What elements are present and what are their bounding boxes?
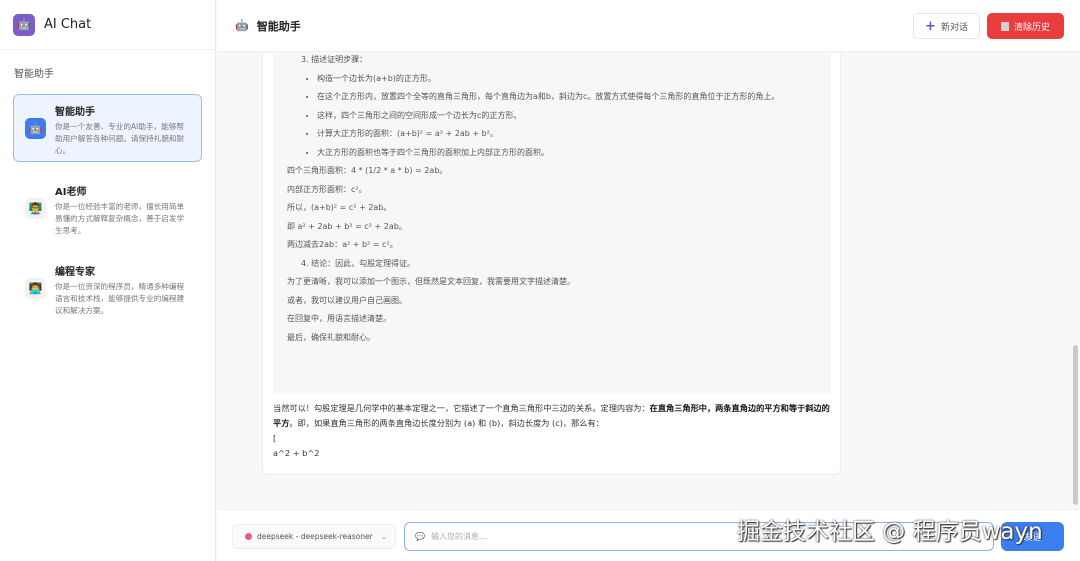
list-item: 这样，四个三角形之间的空间形成一个边长为c的正方形。: [317, 110, 817, 122]
chat-title: 智能助手: [256, 19, 301, 33]
answer-part: 。即，如果直角三角形的两条直角边长度分别为 (a) 和 (b)，斜边长度为 (c…: [289, 418, 604, 428]
trash-icon: [1000, 21, 1009, 31]
chat-bubble-icon: 💬: [415, 532, 425, 541]
answer-part: 当然可以！勾股定理是几何学中的基本定理之一，它描述了一个直角三角形中三边的关系。…: [273, 403, 650, 413]
new-chat-button[interactable]: + 新对话: [913, 13, 980, 39]
clear-history-label: 清除历史: [1013, 22, 1050, 33]
list-item: 计算大正方形的面积：(a+b)² = a² + 2ab + b²。: [317, 128, 817, 140]
answer-line: a^2 + b^2: [273, 448, 320, 458]
input-placeholder: 输入您的消息...: [430, 532, 487, 541]
agent-name: 编程专家: [55, 267, 95, 278]
reasoning-line: 内部正方形面积：c²。: [287, 184, 367, 194]
list-item: 大正方形的面积也等于四个三角形的面积加上内部正方形的面积。: [317, 147, 817, 159]
reasoning-line: 最后，确保礼貌和耐心。: [287, 332, 375, 342]
programmer-icon: 👨‍💻: [25, 278, 46, 299]
answer-line: [: [273, 433, 277, 443]
robot-icon: 🤖: [25, 118, 46, 139]
model-label: deepseek - deepseek-reasoner: [257, 532, 373, 541]
agent-name: AI老师: [55, 187, 87, 198]
reasoning-line: 或者，我可以建议用户自己画图。: [287, 295, 407, 305]
chat-header: 🤖 智能助手 + 新对话 清除历史: [217, 0, 1080, 52]
agent-item-teacher[interactable]: 👨‍🏫 AI老师 你是一位经验丰富的老师，擅长用简单易懂的方式解释复杂概念，善于…: [13, 174, 202, 242]
sidebar: 🤖 AI Chat 智能助手 🤖 智能助手 你是一个友善、专业的AI助手，能够帮…: [0, 0, 216, 561]
chevron-down-icon: ⌄: [380, 532, 387, 541]
new-chat-label: 新对话: [940, 22, 968, 33]
watermark: 掘金技术社区 @ 程序员wayn: [737, 519, 1043, 545]
chat-area: 3. 描述证明步骤： 构造一个边长为(a+b)的正方形。 在这个正方形内，放置四…: [217, 53, 1080, 509]
reasoning-line: 即 a² + 2ab + b² = c² + 2ab。: [287, 221, 407, 231]
reasoning-block: 3. 描述证明步骤： 构造一个边长为(a+b)的正方形。 在这个正方形内，放置四…: [273, 53, 831, 394]
reasoning-line: 四个三角形面积：4 * (1/2 * a * b) = 2ab。: [287, 166, 448, 175]
clear-history-button[interactable]: 清除历史: [987, 13, 1064, 39]
reasoning-line: 所以，(a+b)² = c² + 2ab。: [287, 203, 392, 212]
list-item: 在这个正方形内，放置四个全等的直角三角形，每个直角边为a和b，斜边为c。放置方式…: [317, 91, 817, 103]
brand: 🤖 AI Chat: [0, 0, 215, 50]
agent-desc: 你是一位经验丰富的老师，擅长用简单易懂的方式解释复杂概念，善于启发学生思考。: [55, 202, 185, 235]
teacher-icon: 👨‍🏫: [25, 198, 46, 219]
model-select[interactable]: deepseek - deepseek-reasoner ⌄: [232, 524, 396, 549]
robot-icon: 🤖: [235, 19, 249, 32]
reasoning-line: 为了更清晰，我可以添加一个图示，但既然是文本回复，我需要用文字描述清楚。: [287, 277, 575, 286]
agent-item-programmer[interactable]: 👨‍💻 编程专家 你是一位资深的程序员，精通多种编程语言和技术栈，能够提供专业的…: [13, 254, 202, 322]
agent-desc: 你是一个友善、专业的AI助手，能够帮助用户解答各种问题。请保持礼貌和耐心。: [55, 122, 185, 155]
model-dot-icon: [245, 533, 252, 540]
scrollbar[interactable]: [1073, 345, 1078, 505]
answer-text: 当然可以！勾股定理是几何学中的基本定理之一，它描述了一个直角三角形中三边的关系。…: [273, 401, 833, 461]
reasoning-list: 构造一个边长为(a+b)的正方形。 在这个正方形内，放置四个全等的直角三角形，每…: [301, 73, 817, 159]
agent-item-assistant[interactable]: 🤖 智能助手 你是一个友善、专业的AI助手，能够帮助用户解答各种问题。请保持礼貌…: [13, 94, 202, 162]
reasoning-line: 两边减去2ab：a² + b² = c²。: [287, 240, 398, 249]
list-item: 构造一个边长为(a+b)的正方形。: [317, 73, 817, 85]
reasoning-line: 在回复中，用语言描述清楚。: [287, 314, 391, 323]
section-title: 智能助手: [14, 69, 54, 80]
assistant-message: 3. 描述证明步骤： 构造一个边长为(a+b)的正方形。 在这个正方形内，放置四…: [262, 53, 841, 475]
plus-icon: +: [925, 18, 936, 34]
app-title: AI Chat: [44, 17, 92, 32]
agent-desc: 你是一位资深的程序员，精通多种编程语言和技术栈，能够提供专业的编程建议和解决方案…: [55, 282, 185, 315]
reasoning-step: 4. 结论：因此，勾股定理得证。: [301, 258, 416, 268]
robot-logo-icon: 🤖: [13, 13, 35, 36]
agent-name: 智能助手: [55, 107, 95, 118]
reasoning-step: 3. 描述证明步骤：: [301, 55, 368, 64]
